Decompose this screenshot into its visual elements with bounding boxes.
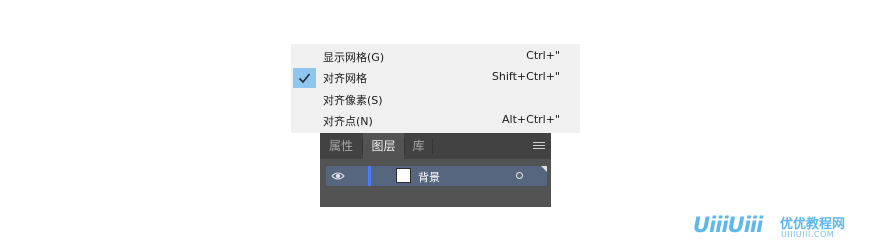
layer-color-indicator xyxy=(368,166,371,186)
check-cell xyxy=(293,47,316,67)
menu-item-label: 对齐网格 xyxy=(323,72,367,85)
menu-item-label: 显示网格(G) xyxy=(323,51,385,64)
layers-panel: 属性 图层 库 背景 xyxy=(320,133,551,207)
menu-item-snap-to-point[interactable]: 对齐点(N) Alt+Ctrl+" xyxy=(291,110,580,130)
check-cell xyxy=(293,111,316,131)
tab-divider xyxy=(432,138,433,154)
menu-item-label: 对齐点(N) xyxy=(323,115,373,128)
selection-corner-icon xyxy=(541,166,547,172)
layer-name[interactable]: 背景 xyxy=(418,169,440,185)
check-cell xyxy=(293,68,316,88)
menu-item-shortcut: Ctrl+" xyxy=(526,49,560,62)
menu-item-label: 对齐像素(S) xyxy=(323,94,383,107)
menu-item-shortcut: Alt+Ctrl+" xyxy=(502,113,560,126)
panel-menu-icon[interactable] xyxy=(533,142,545,151)
layer-thumbnail xyxy=(396,168,411,183)
tab-layers[interactable]: 图层 xyxy=(363,133,404,159)
menu-item-show-grid[interactable]: 显示网格(G) Ctrl+" xyxy=(291,46,580,66)
menu-item-snap-to-grid[interactable]: 对齐网格 Shift+Ctrl+" xyxy=(291,67,580,88)
check-cell xyxy=(293,90,316,110)
panel-tab-bar: 属性 图层 库 xyxy=(320,133,551,159)
watermark-logo: UiiiUiii xyxy=(693,213,763,237)
view-dropdown-menu: 显示网格(G) Ctrl+" 对齐网格 Shift+Ctrl+" 对齐像素(S)… xyxy=(291,44,580,133)
layer-row[interactable]: 背景 xyxy=(326,166,547,186)
tab-libraries[interactable]: 库 xyxy=(405,133,432,159)
menu-item-shortcut: Shift+Ctrl+" xyxy=(491,70,560,83)
menu-item-snap-to-pixel[interactable]: 对齐像素(S) xyxy=(291,89,580,109)
tab-properties[interactable]: 属性 xyxy=(320,133,362,159)
watermark-url: UIIIUIII.COM xyxy=(781,230,835,239)
target-circle-icon[interactable] xyxy=(516,172,523,179)
eye-icon[interactable] xyxy=(331,170,345,182)
checkmark-icon xyxy=(298,73,311,84)
